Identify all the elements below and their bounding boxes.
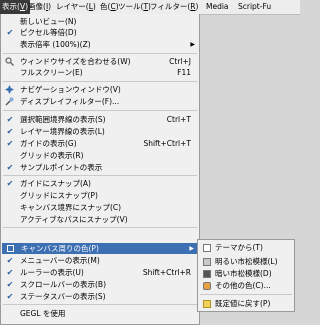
padding-dark-check-item[interactable]: 暗い市松模様(D): [198, 268, 294, 279]
menubar: 表示(V) 画像(I) レイヤー(L) 色(C) ツール(T) フィルター(R)…: [0, 0, 300, 15]
navigation-window-item[interactable]: ナビゲーションウィンドウ(V): [1, 84, 199, 95]
separator: [3, 81, 197, 82]
padding-color-item[interactable]: キャンバス周りの色(P) ▶: [2, 243, 198, 254]
shrink-wrap-item[interactable]: ウィンドウサイズを合わせる(W) Ctrl+J: [1, 56, 199, 67]
show-selection-item[interactable]: ✔ 選択範囲境界線の表示(S) Ctrl+T: [1, 114, 199, 125]
color-swatch-icon: [203, 270, 211, 278]
reset-icon: [203, 300, 211, 308]
snap-to-path-item[interactable]: アクティブなパスにスナップ(V): [1, 214, 199, 225]
padding-reset-default-item[interactable]: 既定値に戻す(P): [198, 298, 294, 309]
display-filters-item[interactable]: ディスプレイフィルター(F)...: [1, 96, 199, 107]
show-guides-item[interactable]: ✔ ガイドの表示(G) Shift+Ctrl+T: [1, 138, 199, 149]
checkmark-icon: ✔: [6, 28, 14, 37]
fullscreen-item[interactable]: フルスクリーン(E) F11: [1, 67, 199, 78]
checkmark-icon: ✔: [6, 139, 14, 148]
separator: [3, 110, 197, 111]
padding-light-check-item[interactable]: 明るい市松模様(L): [198, 256, 294, 267]
snap-to-grid-item[interactable]: グリッドにスナップ(P): [1, 190, 199, 201]
show-statusbar-item[interactable]: ✔ ステータスバーの表示(S): [1, 291, 199, 302]
submenu-arrow-icon: ▶: [190, 41, 195, 48]
padding-custom-color-item[interactable]: その他の色(C)...: [198, 280, 294, 291]
new-view-item[interactable]: 新しいビュー(N): [1, 16, 199, 27]
padding-color-submenu: テーマから(T) 明るい市松模様(L) 暗い市松模様(D) その他の色(C)..…: [197, 239, 295, 312]
show-grid-item[interactable]: グリッドの表示(R): [1, 150, 199, 161]
padding-color-swatch-icon: [7, 245, 14, 252]
color-swatch-icon: [203, 244, 211, 252]
palette-icon: [203, 282, 211, 290]
snap-to-guides-item[interactable]: ✔ ガイドにスナップ(A): [1, 178, 199, 189]
show-menubar-item[interactable]: ✔ メニューバーの表示(M): [1, 255, 199, 266]
checkmark-icon: ✔: [6, 292, 14, 301]
view-menu: 新しいビュー(N) ✔ ピクセル等倍(D) 表示倍率 (100%)(Z) ▶ ウ…: [0, 14, 200, 325]
checkmark-icon: ✔: [6, 268, 14, 277]
submenu-arrow-icon: ▶: [189, 245, 194, 252]
checkmark-icon: ✔: [6, 179, 14, 188]
use-gegl-item[interactable]: GEGL を使用: [1, 308, 199, 319]
dot-for-dot-item[interactable]: ✔ ピクセル等倍(D): [1, 27, 199, 38]
show-rulers-item[interactable]: ✔ ルーラーの表示(U) Shift+Ctrl+R: [1, 267, 199, 278]
separator: [3, 175, 197, 176]
show-sample-points-item[interactable]: ✔ サンプルポイントの表示: [1, 162, 199, 173]
checkmark-icon: ✔: [6, 256, 14, 265]
menu-filters[interactable]: フィルター(R): [148, 0, 200, 14]
separator: [3, 53, 197, 54]
show-scrollbars-item[interactable]: ✔ スクロールバーの表示(B): [1, 279, 199, 290]
color-swatch-icon: [203, 258, 211, 266]
checkmark-icon: ✔: [6, 127, 14, 136]
menu-layer[interactable]: レイヤー(L): [54, 0, 98, 14]
show-layer-boundary-item[interactable]: ✔ レイヤー境界線の表示(L): [1, 126, 199, 137]
checkmark-icon: ✔: [6, 163, 14, 172]
display-filter-icon: [5, 97, 14, 106]
zoom-item[interactable]: 表示倍率 (100%)(Z) ▶: [1, 39, 199, 50]
zoom-icon: [5, 57, 14, 66]
navigation-icon: [5, 85, 14, 94]
checkmark-icon: ✔: [6, 280, 14, 289]
snap-to-canvas-item[interactable]: キャンバス境界にスナップ(C): [1, 202, 199, 213]
menu-script-fu[interactable]: Script-Fu: [236, 0, 273, 14]
separator: [3, 227, 197, 228]
menu-image[interactable]: 画像(I): [26, 0, 53, 14]
separator: [200, 294, 292, 295]
menu-media[interactable]: Media: [204, 0, 231, 14]
checkmark-icon: ✔: [6, 115, 14, 124]
separator: [3, 304, 197, 305]
padding-from-theme-item[interactable]: テーマから(T): [198, 242, 294, 253]
